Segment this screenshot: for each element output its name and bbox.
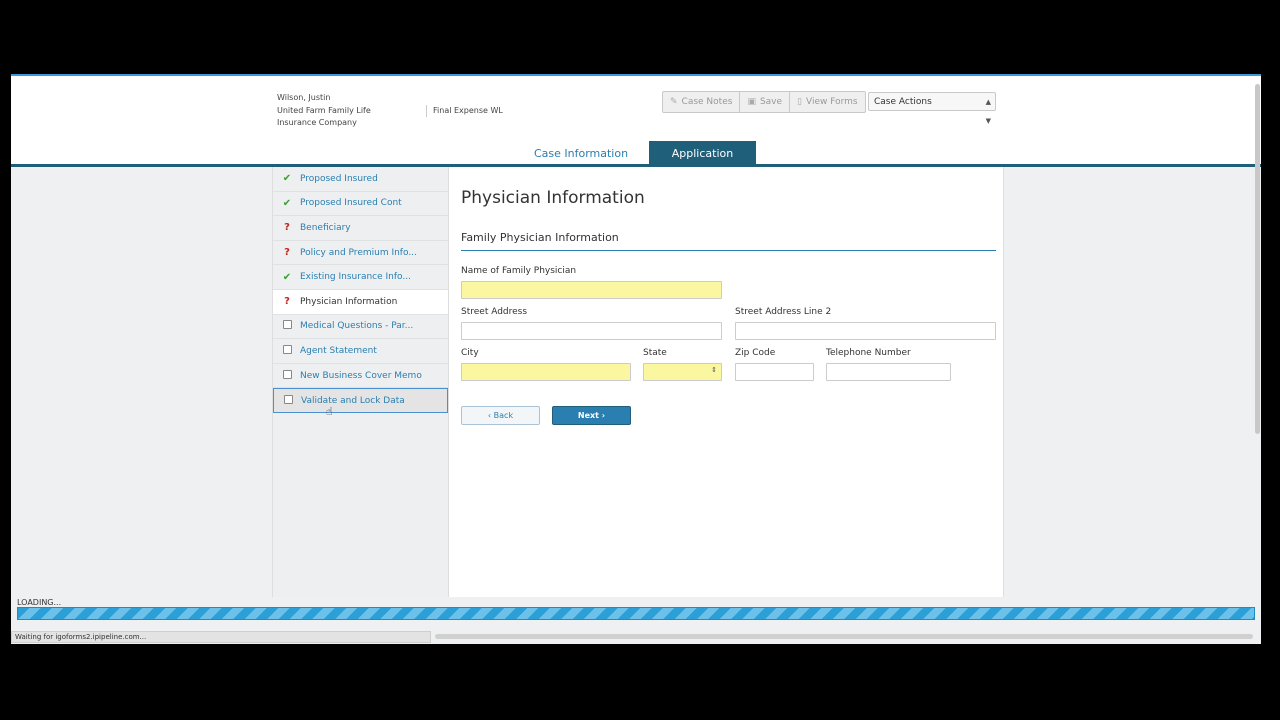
sidebar-item-beneficiary[interactable]: ? Beneficiary — [273, 216, 448, 241]
view-forms-button[interactable]: ▯ View Forms — [790, 92, 865, 112]
checkbox-icon — [282, 394, 294, 407]
sidebar-item-existing-insurance[interactable]: ✔ Existing Insurance Info... — [273, 265, 448, 290]
sidebar-item-label: Physician Information — [300, 296, 398, 307]
physician-name-label: Name of Family Physician — [461, 266, 577, 276]
select-arrows-icon: ▲ ▼ — [985, 98, 991, 125]
sidebar-item-label: Validate and Lock Data — [301, 395, 405, 406]
content-area: ✔ Proposed Insured ✔ Proposed Insured Co… — [272, 167, 1004, 597]
sidebar-item-label: New Business Cover Memo — [300, 370, 422, 381]
state-label: State — [643, 348, 667, 358]
telephone-label: Telephone Number — [826, 348, 911, 358]
edit-icon: ✎ — [670, 97, 678, 107]
case-notes-label: Case Notes — [681, 97, 733, 107]
sidebar-item-validate-lock[interactable]: Validate and Lock Data — [273, 388, 448, 413]
checkbox-icon — [281, 344, 293, 357]
sidebar-item-proposed-insured[interactable]: ✔ Proposed Insured — [273, 167, 448, 192]
physician-name-field[interactable] — [461, 281, 722, 299]
toolbar: ✎ Case Notes ▣ Save ▯ View Forms — [662, 91, 866, 113]
company-name: United Farm Family Life Insurance Compan… — [277, 105, 371, 128]
horizontal-scrollbar[interactable] — [435, 634, 1253, 639]
sidebar-item-label: Existing Insurance Info... — [300, 272, 411, 283]
mouse-pointer-icon: ☝ — [326, 405, 333, 418]
save-label: Save — [759, 97, 783, 107]
app-header: Wilson, Justin United Farm Family Life I… — [11, 76, 1261, 167]
sidebar-item-label: Policy and Premium Info... — [300, 247, 417, 258]
sidebar-item-physician-information[interactable]: ? Physician Information — [273, 289, 448, 315]
sidebar-item-agent-statement[interactable]: Agent Statement — [273, 339, 448, 364]
checkbox-icon — [281, 320, 293, 332]
street-address-2-field[interactable] — [735, 322, 996, 340]
tab-case-information[interactable]: Case Information — [531, 141, 631, 166]
browser-status-bar: Waiting for igoforms2.ipipeline.com... — [11, 631, 431, 643]
sidebar-item-label: Proposed Insured — [300, 173, 378, 184]
question-icon: ? — [284, 296, 290, 308]
save-button[interactable]: ▣ Save — [740, 92, 791, 112]
checkbox-icon — [281, 369, 293, 382]
browser-window: Wilson, Justin United Farm Family Life I… — [11, 74, 1261, 644]
question-icon: ? — [284, 222, 290, 234]
sidebar-item-new-business-cover-memo[interactable]: New Business Cover Memo — [273, 364, 448, 389]
case-actions-select[interactable]: Case Actions ▲ ▼ — [868, 92, 996, 125]
zip-code-label: Zip Code — [735, 348, 776, 358]
section-title: Family Physician Information — [461, 231, 619, 244]
chevron-left-icon: ‹ — [487, 411, 492, 420]
sidebar-item-label: Proposed Insured Cont — [300, 198, 402, 209]
telephone-field[interactable] — [826, 363, 951, 381]
checkmark-icon: ✔ — [282, 173, 292, 185]
city-label: City — [461, 348, 479, 358]
back-label: Back — [493, 411, 514, 420]
case-notes-button[interactable]: ✎ Case Notes — [663, 92, 741, 112]
sidebar-item-medical-questions[interactable]: Medical Questions - Par... — [273, 315, 448, 340]
sidebar-item-label: Agent Statement — [300, 345, 377, 356]
view-forms-label: View Forms — [806, 97, 858, 107]
section-divider — [461, 250, 996, 251]
loading-text: LOADING... — [17, 598, 62, 607]
street-address-field[interactable] — [461, 322, 722, 340]
checkmark-icon: ✔ — [282, 271, 292, 283]
tab-application[interactable]: Application — [649, 141, 756, 166]
sidebar-item-label: Beneficiary — [300, 222, 351, 233]
street-address-2-label: Street Address Line 2 — [735, 307, 832, 317]
question-icon: ? — [284, 247, 290, 259]
sidebar-item-proposed-insured-cont[interactable]: ✔ Proposed Insured Cont — [273, 192, 448, 217]
chevron-right-icon: › — [601, 411, 606, 420]
vertical-scrollbar[interactable] — [1255, 84, 1260, 434]
page-title: Physician Information — [461, 188, 645, 208]
next-label: Next — [577, 411, 599, 420]
select-arrows-icon: ⇕ — [711, 366, 717, 374]
state-select[interactable]: ⇕ — [643, 363, 722, 381]
document-icon: ▯ — [797, 97, 802, 107]
next-button[interactable]: Next › — [552, 406, 631, 425]
loading-progress-bar — [17, 607, 1255, 620]
sidebar-item-label: Medical Questions - Par... — [300, 321, 414, 332]
street-address-label: Street Address — [461, 307, 528, 317]
form-panel: Physician Information Family Physician I… — [461, 167, 997, 597]
case-actions-value: Case Actions — [874, 97, 932, 107]
zip-code-field[interactable] — [735, 363, 814, 381]
checkmark-icon: ✔ — [282, 197, 292, 209]
city-field[interactable] — [461, 363, 631, 381]
client-name: Wilson, Justin — [277, 93, 331, 102]
product-name: Final Expense WL — [426, 105, 503, 117]
client-info: Wilson, Justin United Farm Family Life I… — [277, 92, 405, 130]
save-icon: ▣ — [747, 97, 756, 107]
section-sidebar: ✔ Proposed Insured ✔ Proposed Insured Co… — [273, 167, 449, 597]
back-button[interactable]: ‹ Back — [461, 406, 540, 425]
sidebar-item-policy-premium[interactable]: ? Policy and Premium Info... — [273, 241, 448, 266]
